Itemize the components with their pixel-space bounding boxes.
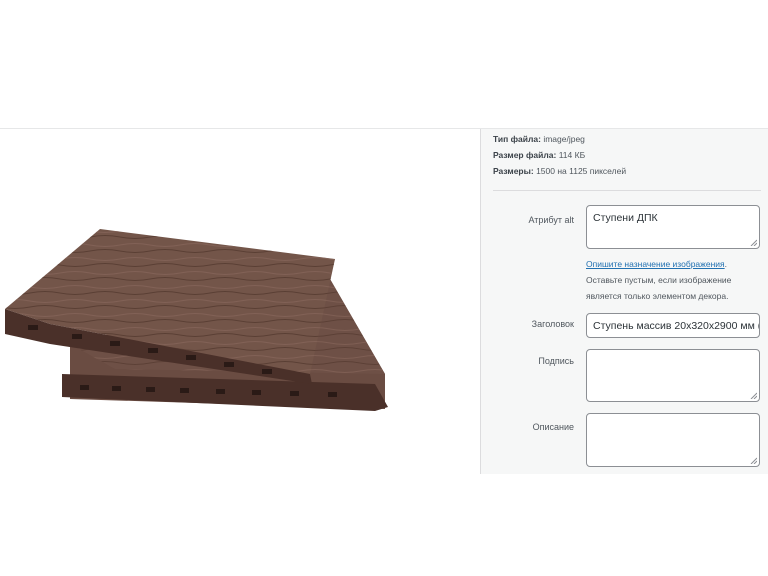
alt-text-help: Опишите назначение изображения. Оставьте…: [586, 259, 732, 301]
resize-grip-icon[interactable]: [750, 392, 757, 399]
file-type-label: Тип файла:: [493, 134, 541, 144]
attachment-details-sidebar: Тип файла: image/jpeg Размер файла: 114 …: [480, 129, 768, 474]
decking-boards-image: [5, 229, 388, 411]
bottom-blank-area: [0, 474, 768, 576]
dimensions-value: 1500 на 1125 пикселей: [536, 166, 627, 176]
file-type-value: image/jpeg: [543, 134, 585, 144]
dimensions-row: Размеры: 1500 на 1125 пикселей: [493, 165, 626, 177]
caption-label: Подпись: [538, 356, 574, 366]
top-blank-area: [0, 0, 768, 128]
attachment-image-preview: [0, 129, 480, 474]
title-value: Ступень массив 20х320х2900 мм (З: [593, 320, 760, 332]
title-field[interactable]: Ступень массив 20х320х2900 мм (З: [586, 313, 760, 338]
alt-text-field[interactable]: Ступени ДПК: [586, 205, 760, 249]
alt-text-help-text: Оставьте пустым, если изображение являет…: [586, 275, 732, 301]
description-label: Описание: [532, 422, 574, 432]
file-size-label: Размер файла:: [493, 150, 557, 160]
details-divider: [493, 190, 761, 191]
caption-field[interactable]: [586, 349, 760, 402]
resize-grip-icon[interactable]: [750, 239, 757, 246]
title-label: Заголовок: [531, 319, 574, 329]
alt-text-value: Ступени ДПК: [593, 212, 658, 224]
file-size-row: Размер файла: 114 КБ: [493, 149, 585, 161]
resize-grip-icon[interactable]: [750, 457, 757, 464]
alt-text-help-link[interactable]: Опишите назначение изображения: [586, 259, 725, 269]
description-field[interactable]: [586, 413, 760, 467]
alt-text-label: Атрибут alt: [528, 215, 574, 225]
file-size-value: 114 КБ: [558, 150, 586, 160]
file-type-row: Тип файла: image/jpeg: [493, 133, 585, 145]
dimensions-label: Размеры:: [493, 166, 534, 176]
